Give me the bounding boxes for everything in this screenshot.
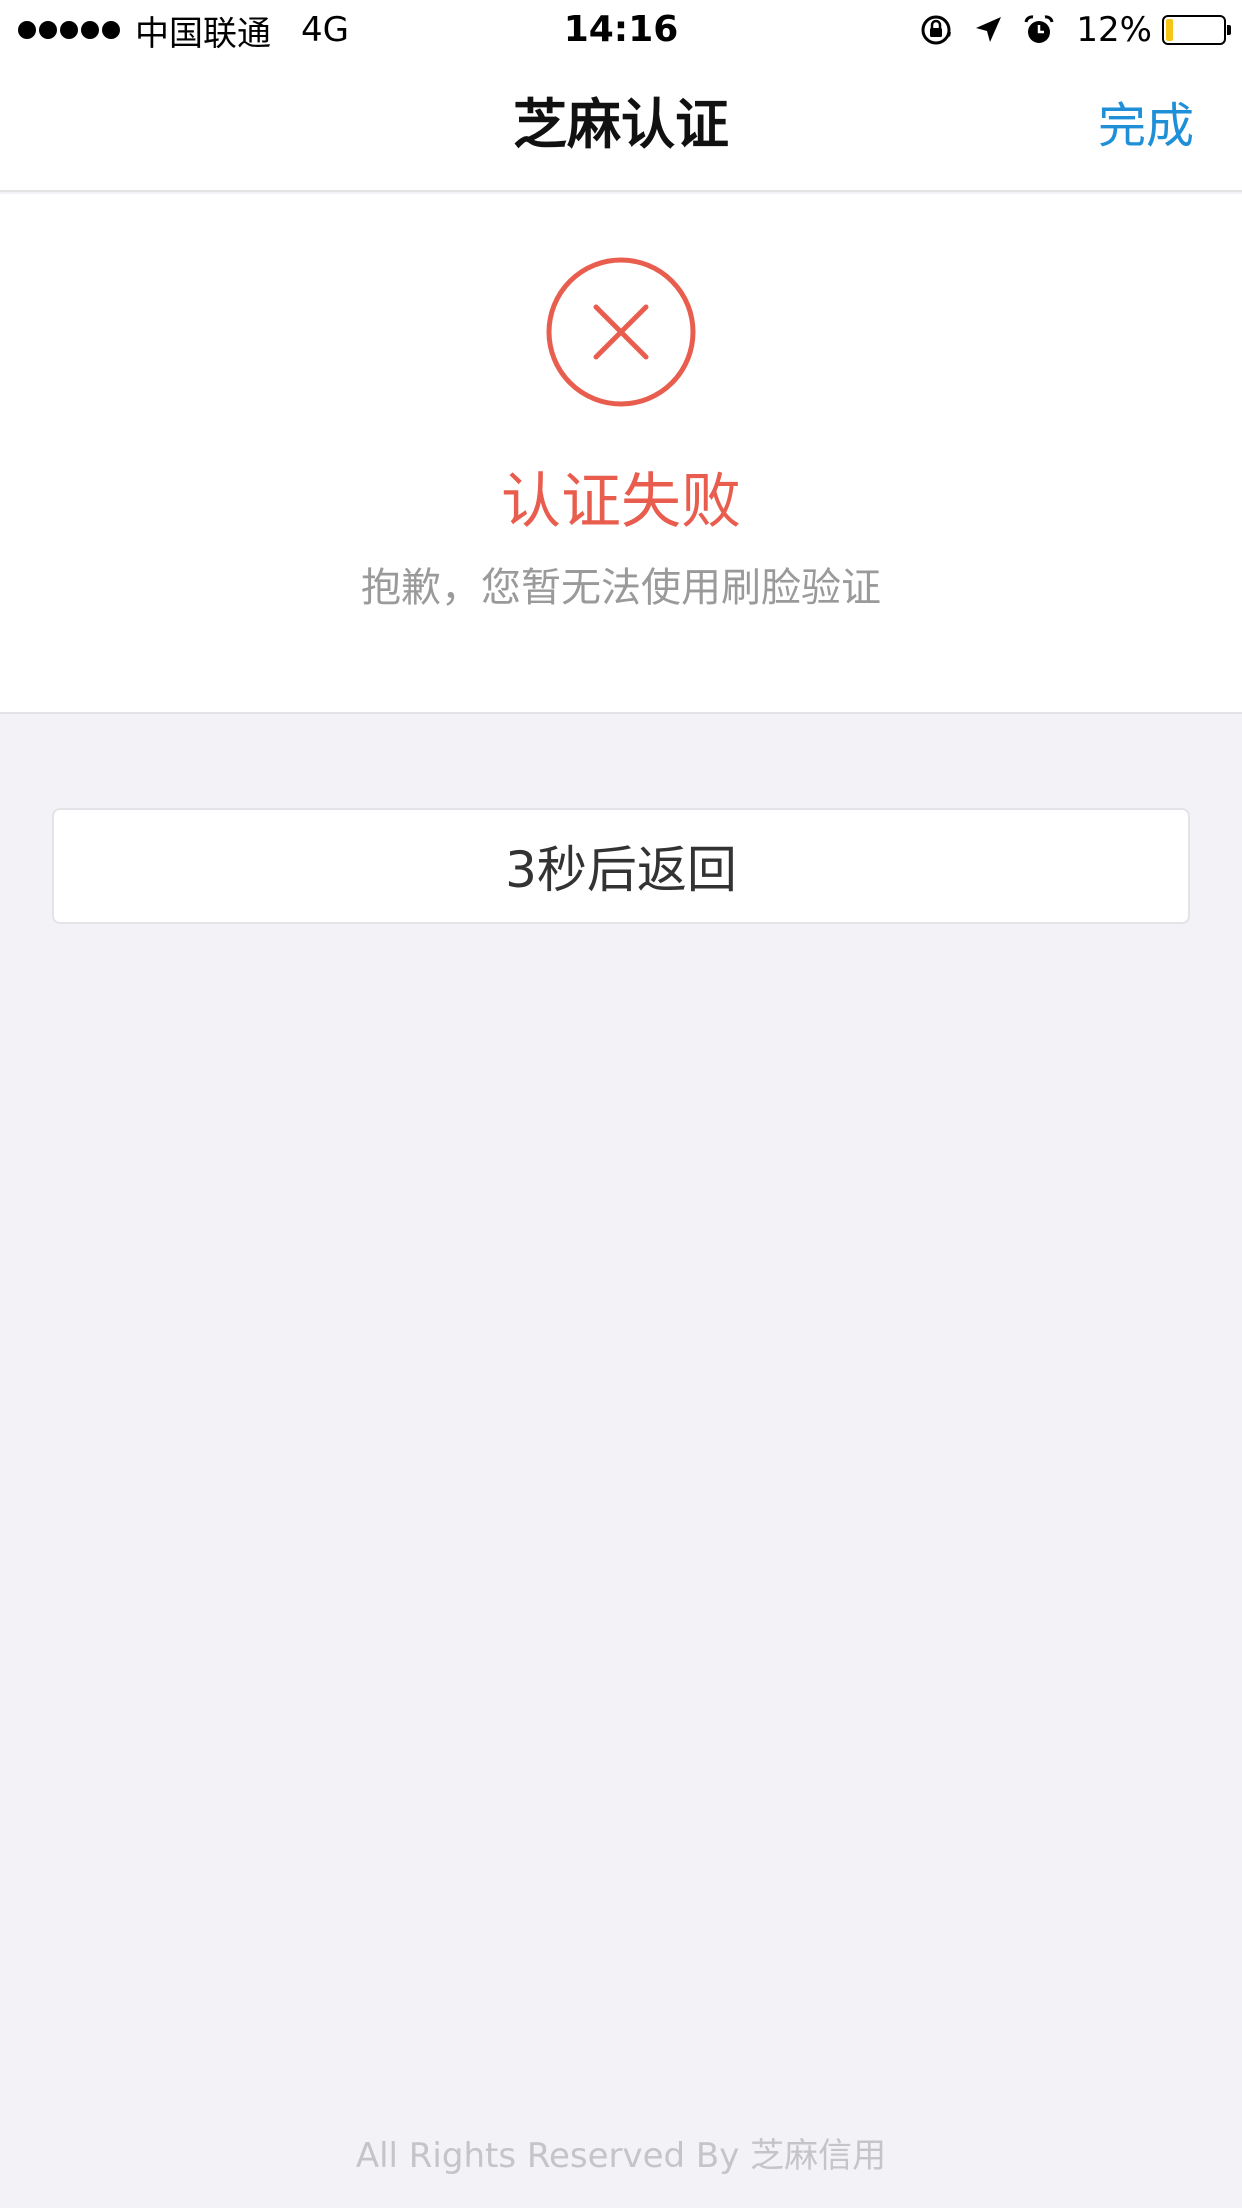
location-arrow-icon bbox=[972, 14, 1004, 46]
battery-level-fill bbox=[1166, 19, 1173, 41]
status-bar-right: 12% bbox=[900, 8, 1231, 52]
fail-x-circle-icon bbox=[546, 257, 696, 407]
app-root: 中国联通 4G 14:16 12% 芝麻认证 完成 认证失败 抱歉，您暂无法使用… bbox=[0, 0, 1242, 2208]
result-title: 认证失败 bbox=[501, 467, 741, 537]
orientation-lock-icon bbox=[918, 12, 954, 48]
status-bar: 中国联通 4G 14:16 12% bbox=[0, 0, 1242, 60]
battery-percent: 12% bbox=[1076, 10, 1152, 50]
result-description: 抱歉，您暂无法使用刷脸验证 bbox=[361, 565, 881, 611]
footer-copyright: All Rights Reserved By 芝麻信用 bbox=[355, 2136, 887, 2176]
navigation-bar: 芝麻认证 完成 bbox=[0, 60, 1242, 192]
done-button[interactable]: 完成 bbox=[1098, 94, 1194, 158]
result-panel: 认证失败 抱歉，您暂无法使用刷脸验证 bbox=[0, 194, 1242, 714]
battery-icon bbox=[1162, 15, 1231, 45]
page-title: 芝麻认证 bbox=[513, 93, 729, 156]
alarm-icon bbox=[1022, 13, 1056, 47]
countdown-return-button[interactable]: 3秒后返回 bbox=[52, 808, 1190, 924]
